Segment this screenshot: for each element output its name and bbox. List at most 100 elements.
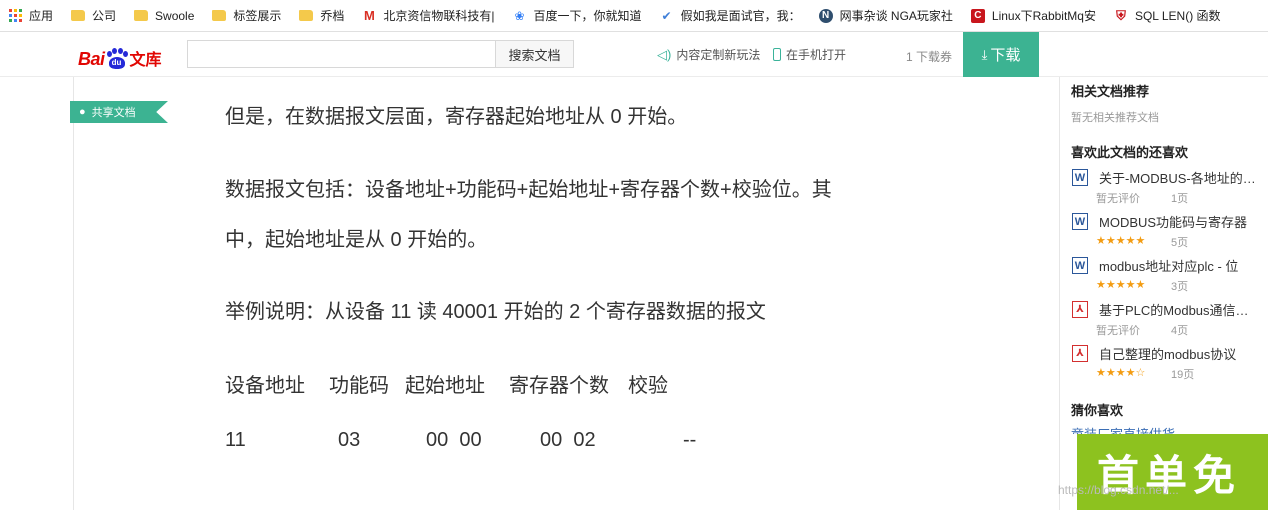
gmail-icon: M (364, 8, 375, 23)
checkmark-icon: ✔ (661, 8, 672, 23)
recommendation-pages: 1页 (1171, 193, 1189, 205)
folder-icon (71, 10, 86, 21)
folder-icon (299, 10, 314, 21)
search-input[interactable] (187, 40, 496, 68)
bookmark-folder-qiaodang[interactable]: 乔档 (299, 7, 344, 24)
recommendation-item[interactable]: W MODBUS功能码与寄存器 ★★★★★ 5页 (1071, 212, 1261, 252)
pdf-doc-icon: ⅄ (1072, 345, 1088, 362)
recommendation-rating: ★★★★★ (1096, 279, 1146, 291)
table-header-cell: 起始地址 (405, 375, 485, 397)
recommendation-pages: 5页 (1171, 237, 1189, 249)
recommendation-title[interactable]: 关于-MODBUS-各地址的… (1099, 168, 1261, 187)
bookmark-rabbitmq[interactable]: C Linux下RabbitMq安 (970, 7, 1096, 24)
recommendation-rating: 暂无评价 (1096, 325, 1140, 337)
download-button[interactable]: ⤓ 下载 (963, 32, 1039, 77)
bookmark-folder-swoole[interactable]: Swoole (134, 9, 194, 23)
bookmark-interview[interactable]: ✔ 假如我是面试官，我： (660, 7, 801, 24)
baidu-paw-icon: ❀ (514, 8, 525, 23)
bookmark-label: 百度一下，你就知道 (533, 9, 642, 23)
table-header-cell: 寄存器个数 (509, 375, 609, 397)
logo-wenku-text: 文库 (129, 52, 162, 69)
bookmark-label: 假如我是面试官，我： (680, 9, 801, 23)
shield-icon: ⛨ (1116, 7, 1126, 23)
recommendation-pages: 3页 (1171, 281, 1189, 293)
table-header-cell: 校验 (628, 375, 668, 397)
paw-icon: du (106, 48, 128, 70)
site-header: Bai du 文库 搜索文档 ◁) 内容定制新玩法 在手机打开 1 下载券 ⤓ … (0, 32, 1268, 77)
related-docs-empty: 暂无相关推荐文档 (1071, 112, 1159, 124)
download-quota: 1 下载券 (906, 50, 953, 64)
recommendation-rating: ★★★★★ (1096, 235, 1146, 247)
recommendation-title[interactable]: MODBUS功能码与寄存器 (1099, 212, 1261, 231)
nga-icon: N (818, 8, 833, 23)
download-label: 下载 (990, 47, 1021, 64)
table-cell: 03 (338, 429, 361, 451)
bookmark-label: SQL LEN() 函数 (1134, 9, 1221, 23)
doc-paragraph: 中，起始地址是从 0 开始的。 (225, 229, 488, 251)
also-liked-title: 喜欢此文档的还喜欢 (1071, 145, 1189, 160)
doc-paragraph: 但是，在数据报文层面，寄存器起始地址从 0 开始。 (225, 106, 688, 128)
custom-content-link[interactable]: ◁) 内容定制新玩法 (657, 46, 760, 63)
phone-icon (773, 48, 781, 61)
bookmark-label: 应用 (29, 9, 54, 23)
user-icon: ● (79, 106, 86, 118)
bookmark-label: 乔档 (320, 9, 345, 23)
speaker-icon: ◁) (657, 46, 672, 62)
bookmark-folder-tags[interactable]: 标签展示 (212, 7, 281, 24)
table-cell: -- (683, 429, 697, 451)
bookmark-gmail[interactable]: M 北京资信物联科技有| (362, 7, 495, 24)
guess-you-like-title: 猜你喜欢 (1071, 403, 1124, 418)
folder-icon (212, 10, 227, 21)
table-cell: 00 00 (426, 429, 482, 451)
table-cell: 11 (225, 429, 246, 451)
table-cell: 00 02 (540, 429, 596, 451)
bookmark-folder-company[interactable]: 公司 (71, 7, 116, 24)
recommendation-item[interactable]: ⅄ 基于PLC的Modbus通信… 暂无评价 4页 (1071, 300, 1261, 340)
word-doc-icon: W (1072, 169, 1088, 186)
apps-icon (9, 8, 22, 23)
bookmark-nga[interactable]: N 网事杂谈 NGA玩家社 (818, 7, 953, 24)
recommendation-rating: ★★★★☆ (1096, 367, 1146, 379)
doc-paragraph: 数据报文包括：设备地址+功能码+起始地址+寄存器个数+校验位。其 (225, 179, 832, 201)
promo-badge[interactable]: 首单免 (1077, 434, 1268, 510)
recommendation-pages: 19页 (1171, 369, 1195, 381)
bookmarks-bar: 应用 公司 Swoole 标签展示 乔档 M 北京资信物联科技有| ❀ 百度一下… (0, 0, 1268, 32)
bookmark-apps[interactable]: 应用 (9, 7, 53, 24)
table-header-cell: 功能码 (329, 375, 389, 397)
watermark-text: https://blog.csdn.net/... (1058, 483, 1179, 497)
bookmark-label: Linux下RabbitMq安 (991, 9, 1096, 23)
download-arrow-icon: ⤓ (981, 46, 988, 62)
recommendation-title[interactable]: modbus地址对应plc - 位 (1099, 256, 1261, 275)
doc-paragraph: 举例说明：从设备 11 读 40001 开始的 2 个寄存器数据的报文 (225, 301, 766, 323)
csdn-c-icon: C (970, 8, 985, 23)
recommendation-rating: 暂无评价 (1096, 193, 1140, 205)
logo-text: Bai (78, 49, 105, 69)
recommendation-item[interactable]: ⅄ 自己整理的modbus协议 ★★★★☆ 19页 (1071, 344, 1261, 384)
bookmark-sql-len[interactable]: ⛨ SQL LEN() 函数 (1114, 7, 1221, 24)
open-on-mobile-link[interactable]: 在手机打开 (773, 46, 846, 63)
baidu-wenku-logo[interactable]: Bai du 文库 (78, 40, 162, 70)
recommendation-item[interactable]: W 关于-MODBUS-各地址的… 暂无评价 1页 (1071, 168, 1261, 208)
custom-content-label: 内容定制新玩法 (676, 48, 761, 62)
folder-icon (134, 10, 149, 21)
bookmark-label: 公司 (92, 9, 117, 23)
bookmark-label: 北京资信物联科技有| (383, 9, 495, 23)
word-doc-icon: W (1072, 213, 1088, 230)
logo-paw-text: du (108, 57, 125, 69)
guess-item-link[interactable]: 童装厂家直接供货 (1071, 424, 1261, 434)
pdf-doc-icon: ⅄ (1072, 301, 1088, 318)
recommendation-item[interactable]: W modbus地址对应plc - 位 ★★★★★ 3页 (1071, 256, 1261, 296)
bookmark-label: 网事杂谈 NGA玩家社 (839, 9, 953, 23)
related-docs-title: 相关文档推荐 (1071, 84, 1150, 99)
shared-doc-label: 共享文档 (91, 107, 136, 119)
recommendation-title[interactable]: 自己整理的modbus协议 (1099, 344, 1261, 363)
bookmark-label: Swoole (155, 8, 195, 23)
recommendation-pages: 4页 (1171, 325, 1189, 337)
bookmark-baidu[interactable]: ❀ 百度一下，你就知道 (513, 7, 642, 24)
shared-doc-tag: ● 共享文档 (70, 101, 168, 123)
table-header-cell: 设备地址 (225, 375, 305, 397)
open-on-mobile-label: 在手机打开 (786, 48, 847, 62)
recommendation-title[interactable]: 基于PLC的Modbus通信… (1099, 300, 1261, 319)
search-button[interactable]: 搜索文档 (495, 40, 574, 68)
bookmark-label: 标签展示 (233, 9, 282, 23)
